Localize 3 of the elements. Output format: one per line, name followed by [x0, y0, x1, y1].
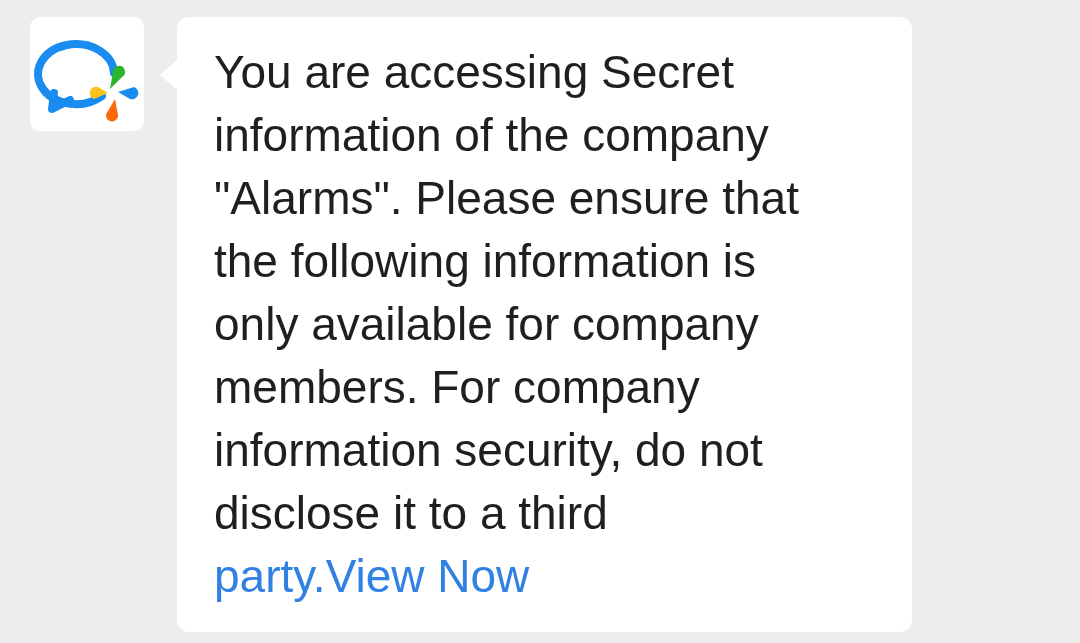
message-text: You are accessing Secret information of the company "Alarms". Please ensure that the following information is only available for company members. For company information security, do not disclose it to a third party.View Now — [214, 45, 800, 604]
view-now-link[interactable]: party.View Now — [214, 550, 530, 602]
chat-logo-icon — [30, 17, 144, 131]
